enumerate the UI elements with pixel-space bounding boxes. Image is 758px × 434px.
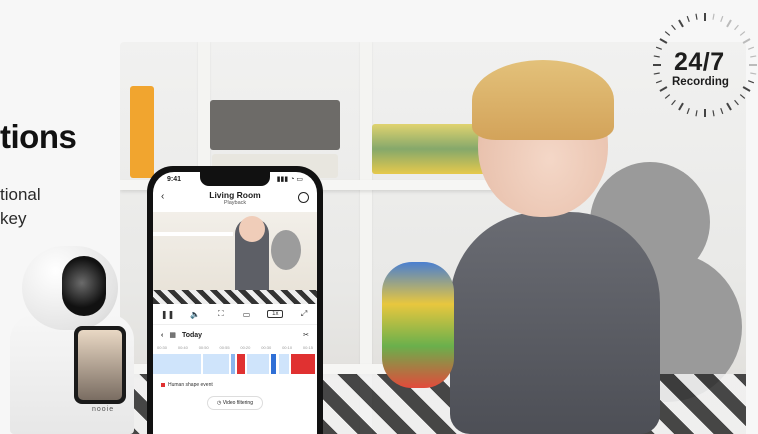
clock-tick <box>671 99 676 106</box>
clock-tick <box>653 55 660 58</box>
subtext-line-2: key <box>0 209 27 228</box>
video-floor <box>153 290 317 304</box>
timeline-segment <box>271 354 276 374</box>
clock-tick <box>726 102 732 111</box>
date-row: ‹ ▦ Today ✂ <box>153 325 317 345</box>
clock-tick <box>742 86 751 92</box>
gear-icon[interactable] <box>298 192 309 203</box>
clock-tick <box>750 72 757 75</box>
timeline-ticks: 00:30 00:40 00:50 00:55 00:20 00:30 00:1… <box>153 345 317 350</box>
camera-title: Living Room <box>209 190 261 200</box>
headline-fragment: tions <box>0 118 77 155</box>
phone-notch <box>200 172 270 186</box>
clock-tick <box>748 46 755 50</box>
back-arrow-icon[interactable]: ‹ <box>161 191 164 202</box>
toy-box <box>130 86 154 178</box>
recording-timeline[interactable] <box>153 352 317 376</box>
clock-tick <box>671 24 676 31</box>
video-filtering-label: Video filtering <box>222 400 253 406</box>
timeline-segment <box>203 354 229 374</box>
volume-icon[interactable]: 🔈 <box>190 310 200 319</box>
clock-tick <box>695 110 698 117</box>
status-time: 9:41 <box>167 175 182 183</box>
signal-icon: ▮▮▮ ◔ ▭ <box>276 176 303 183</box>
badge-label: Recording <box>672 76 729 88</box>
clock-tick <box>686 108 690 115</box>
clock-tick <box>653 72 660 75</box>
speed-button[interactable]: 1x <box>267 310 284 318</box>
clock-tick <box>686 15 690 22</box>
tick-label: 00:20 <box>240 345 251 350</box>
prev-day-icon[interactable]: ‹ <box>161 332 163 339</box>
clock-tick <box>712 13 715 20</box>
clock-tick <box>720 15 724 22</box>
clock-tick <box>742 38 751 44</box>
phone-mockup: 9:41 ▮▮▮ ◔ ▭ ‹ Living Room Playback ❚❚ 🔈… <box>147 166 323 434</box>
video-filtering-button[interactable]: ◷ Video filtering <box>207 396 263 410</box>
child-hair <box>472 60 614 140</box>
clock-tick <box>659 86 668 92</box>
calendar-icon[interactable]: ▦ <box>169 331 176 339</box>
clock-tick <box>659 38 668 44</box>
app-header: ‹ Living Room Playback <box>153 186 317 212</box>
clock-tick <box>734 99 739 106</box>
event-swatch <box>161 383 165 387</box>
timeline-segment <box>247 354 269 374</box>
clock-tick <box>748 80 755 84</box>
clock-tick <box>655 46 662 50</box>
clock-tick <box>739 31 746 36</box>
pause-icon[interactable]: ❚❚ <box>161 310 174 319</box>
scissors-icon[interactable]: ✂ <box>303 331 309 339</box>
screenshot-icon[interactable]: ⛶ <box>216 309 226 319</box>
clock-tick <box>655 80 662 84</box>
clock-tick <box>695 13 698 20</box>
video-shelf <box>153 232 233 236</box>
record-icon[interactable]: ▭ <box>242 310 252 319</box>
video-teddy <box>271 230 301 270</box>
clock-tick <box>720 108 724 115</box>
tick-label: 00:30 <box>157 345 168 350</box>
clock-tick <box>734 24 739 31</box>
video-child-head <box>239 216 265 242</box>
camera-screen <box>74 326 126 404</box>
timeline-segment <box>231 354 235 374</box>
clock-tick <box>678 19 684 28</box>
clock-tick <box>664 94 671 99</box>
fullscreen-icon[interactable]: ⤢ <box>299 309 309 319</box>
camera-brand: nooie <box>92 406 115 413</box>
date-label[interactable]: Today <box>182 332 202 339</box>
timeline-segment <box>153 354 201 374</box>
clock-tick <box>712 110 715 117</box>
event-marker <box>237 354 245 374</box>
event-marker <box>291 354 315 374</box>
event-legend-label: Human shape event <box>168 382 213 388</box>
camera-subtitle: Playback <box>223 200 247 206</box>
tick-label: 00:15 <box>302 345 313 350</box>
tick-label: 00:50 <box>198 345 209 350</box>
clock-tick <box>750 55 757 58</box>
camera-lens <box>62 256 106 316</box>
event-legend: Human shape event <box>153 376 317 388</box>
clock-tick <box>739 94 746 99</box>
recording-badge: 24/7 Recording <box>650 10 758 120</box>
tick-label: 00:30 <box>261 345 272 350</box>
sweater-stack <box>210 100 340 150</box>
tick-label: 00:10 <box>282 345 293 350</box>
child-body <box>450 212 660 434</box>
tick-label: 00:55 <box>219 345 230 350</box>
xylophone-toy <box>382 262 454 388</box>
phone-screen: 9:41 ▮▮▮ ◔ ▭ ‹ Living Room Playback ❚❚ 🔈… <box>153 172 317 434</box>
playback-controls: ❚❚ 🔈 ⛶ ▭ 1x ⤢ <box>153 304 317 325</box>
timeline-segment <box>279 354 289 374</box>
tick-label: 00:40 <box>177 345 188 350</box>
clock-tick <box>678 102 684 111</box>
clock-tick <box>664 31 671 36</box>
subtext: tional key <box>0 183 41 231</box>
playback-video[interactable] <box>153 212 317 304</box>
clock-tick <box>726 19 732 28</box>
subtext-line-1: tional <box>0 185 41 204</box>
camera-device: nooie <box>4 246 134 434</box>
badge-number: 24/7 <box>674 48 725 76</box>
book-stack <box>372 124 490 174</box>
